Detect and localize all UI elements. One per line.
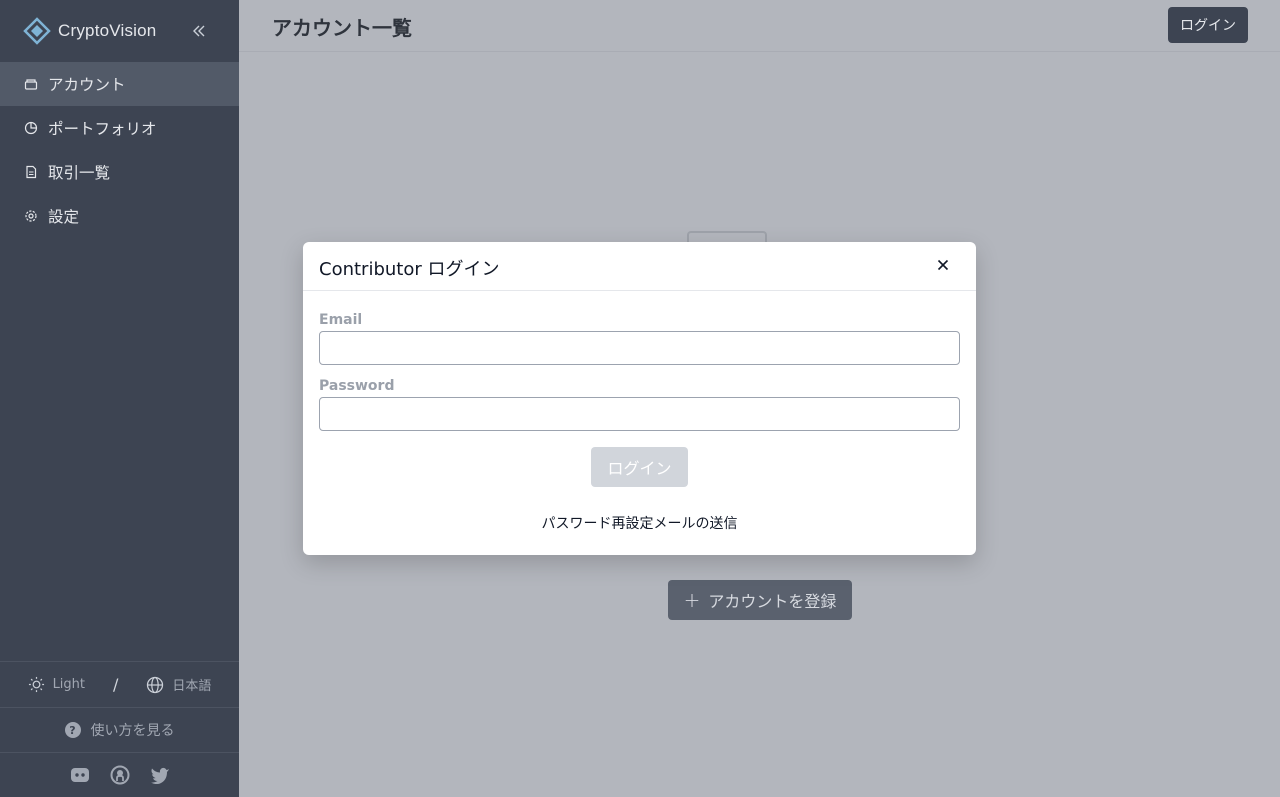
modal-header: Contributor ログイン bbox=[303, 242, 976, 291]
close-icon bbox=[937, 259, 949, 271]
email-label: Email bbox=[319, 312, 363, 328]
password-reset-link[interactable]: パスワード再設定メールの送信 bbox=[303, 513, 976, 533]
login-modal: Contributor ログイン Email Password ログイン パスワ… bbox=[303, 242, 976, 555]
password-field[interactable] bbox=[319, 397, 960, 431]
close-button[interactable] bbox=[934, 256, 952, 274]
email-field[interactable] bbox=[319, 331, 960, 365]
modal-title: Contributor ログイン bbox=[319, 259, 500, 280]
modal-login-button[interactable]: ログイン bbox=[591, 447, 688, 487]
password-label: Password bbox=[319, 378, 395, 394]
